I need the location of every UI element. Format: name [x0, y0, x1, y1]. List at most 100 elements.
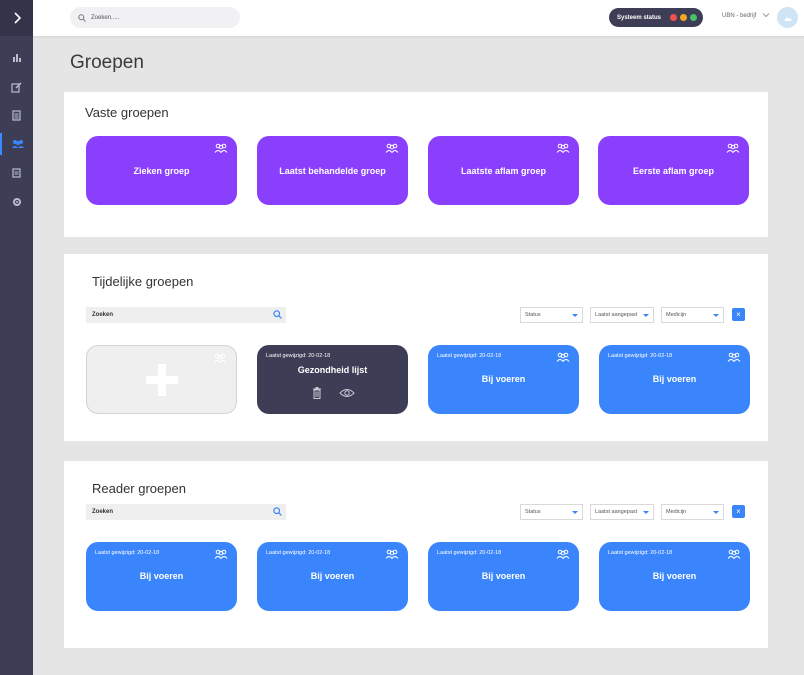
last-modified-date: Laatst gewijzigd: 20-02-18: [437, 353, 502, 359]
caret-down-icon: [713, 511, 719, 514]
user-icon: [783, 16, 792, 21]
status-dot-orange: [680, 14, 687, 21]
caret-down-icon: [572, 511, 578, 514]
select-value: Laatst aangepast: [595, 312, 638, 318]
tijdelijke-groepen-title: Tijdelijke groepen: [92, 274, 194, 289]
caret-down-icon: [643, 511, 649, 514]
sidebar-item-documents[interactable]: [0, 104, 33, 126]
gear-icon: [12, 198, 21, 206]
users-icon: [385, 549, 399, 559]
company-selector[interactable]: UBN - bedrijf: [722, 13, 756, 19]
edit-icon: [11, 82, 22, 93]
laatst-aangepast-filter-select[interactable]: Laatst aangepast: [590, 504, 654, 520]
sidebar-item-dashboard[interactable]: [0, 46, 33, 68]
caret-down-icon: [572, 314, 578, 317]
status-filter-select[interactable]: Status: [520, 307, 583, 323]
plus-icon: [146, 364, 178, 396]
medicijn-filter-select[interactable]: Medicijn: [661, 504, 724, 520]
group-card-label: Laatst behandelde groep: [279, 166, 386, 176]
group-card-bij-voeren[interactable]: Laatst gewijzigd: 20-02-18 Bij voeren: [428, 542, 579, 611]
status-dot-green: [690, 14, 697, 21]
document-icon: [12, 109, 21, 121]
search-placeholder: Zoeken.....: [91, 14, 120, 21]
vaste-groepen-title: Vaste groepen: [85, 105, 169, 120]
group-card-label: Bij voeren: [652, 374, 697, 384]
sidebar-item-settings[interactable]: [0, 191, 33, 213]
group-card-label: Bij voeren: [652, 571, 697, 581]
vaste-groepen-panel: Vaste groepen Zieken groep Laatst behand…: [64, 92, 768, 237]
group-card-label: Eerste aflam groep: [632, 166, 715, 176]
group-card-zieken[interactable]: Zieken groep: [86, 136, 237, 205]
clear-filters-button[interactable]: ×: [732, 505, 745, 518]
search-value: Zoeken: [92, 312, 114, 318]
page-title: Groepen: [70, 52, 144, 73]
caret-down-icon: [713, 314, 719, 317]
system-status-label: Systeem status: [617, 14, 662, 21]
group-card-laatst-behandelde[interactable]: Laatst behandelde groep: [257, 136, 408, 205]
topbar: Zoeken..... Systeem status UBN - bedrijf: [33, 0, 804, 36]
sidebar-item-groups[interactable]: [0, 133, 33, 155]
users-icon: [214, 549, 228, 559]
group-card-label: Zieken groep: [133, 166, 190, 176]
sidebar-item-list[interactable]: [0, 162, 33, 184]
users-icon: [726, 143, 740, 153]
global-search-input[interactable]: Zoeken.....: [70, 7, 240, 28]
search-icon[interactable]: [273, 310, 282, 319]
chevron-down-icon[interactable]: [762, 11, 770, 19]
group-card-eerste-aflam[interactable]: Eerste aflam groep: [598, 136, 749, 205]
users-icon: [214, 143, 228, 153]
users-icon: [727, 549, 741, 559]
group-card-bij-voeren[interactable]: Laatst gewijzigd: 20-02-18 Bij voeren: [428, 345, 579, 414]
select-value: Medicijn: [666, 509, 687, 515]
group-card-gezondheid-lijst[interactable]: Laatst gewijzigd: 20-02-18 Gezondheid li…: [257, 345, 408, 414]
group-card-bij-voeren[interactable]: Laatst gewijzigd: 20-02-18 Bij voeren: [257, 542, 408, 611]
clear-filters-button[interactable]: ×: [732, 308, 745, 321]
bar-chart-icon: [12, 53, 21, 62]
users-icon: [556, 352, 570, 362]
users-icon: [727, 352, 741, 362]
select-value: Medicijn: [666, 312, 687, 318]
group-card-label: Bij voeren: [310, 571, 355, 581]
add-group-card[interactable]: [86, 345, 237, 414]
users-icon: [11, 140, 24, 148]
search-icon: [78, 13, 86, 22]
group-card-bij-voeren[interactable]: Laatst gewijzigd: 20-02-18 Bij voeren: [599, 345, 750, 414]
avatar[interactable]: [777, 7, 798, 28]
last-modified-date: Laatst gewijzigd: 20-02-18: [266, 353, 331, 359]
users-icon: [556, 143, 570, 153]
last-modified-date: Laatst gewijzigd: 20-02-18: [266, 550, 331, 556]
tijdelijke-search-input[interactable]: Zoeken: [86, 307, 286, 323]
sidebar-toggle-button[interactable]: [0, 0, 33, 36]
chevron-right-icon: [13, 12, 21, 24]
group-card-laatste-aflam[interactable]: Laatste aflam groep: [428, 136, 579, 205]
status-filter-select[interactable]: Status: [520, 504, 583, 520]
list-icon: [12, 168, 21, 178]
reader-groepen-title: Reader groepen: [92, 481, 186, 496]
select-value: Status: [525, 509, 541, 515]
select-value: Laatst aangepast: [595, 509, 638, 515]
group-card-bij-voeren[interactable]: Laatst gewijzigd: 20-02-18 Bij voeren: [86, 542, 237, 611]
users-icon: [385, 143, 399, 153]
eye-icon[interactable]: [339, 388, 355, 398]
last-modified-date: Laatst gewijzigd: 20-02-18: [608, 550, 673, 556]
users-icon: [213, 353, 227, 363]
sidebar: [0, 0, 33, 675]
status-dot-red: [670, 14, 677, 21]
reader-search-input[interactable]: Zoeken: [86, 504, 286, 520]
search-value: Zoeken: [92, 509, 114, 515]
last-modified-date: Laatst gewijzigd: 20-02-18: [437, 550, 502, 556]
users-icon: [556, 549, 570, 559]
medicijn-filter-select[interactable]: Medicijn: [661, 307, 724, 323]
trash-icon[interactable]: [312, 387, 322, 399]
group-card-label: Bij voeren: [481, 374, 526, 384]
last-modified-date: Laatst gewijzigd: 20-02-18: [95, 550, 160, 556]
group-card-label: Bij voeren: [139, 571, 184, 581]
sidebar-item-edit[interactable]: [0, 76, 33, 98]
search-icon[interactable]: [273, 507, 282, 516]
system-status-indicator[interactable]: Systeem status: [609, 8, 703, 27]
laatst-aangepast-filter-select[interactable]: Laatst aangepast: [590, 307, 654, 323]
group-card-bij-voeren[interactable]: Laatst gewijzigd: 20-02-18 Bij voeren: [599, 542, 750, 611]
group-card-label: Gezondheid lijst: [297, 365, 368, 375]
group-card-label: Bij voeren: [481, 571, 526, 581]
select-value: Status: [525, 312, 541, 318]
